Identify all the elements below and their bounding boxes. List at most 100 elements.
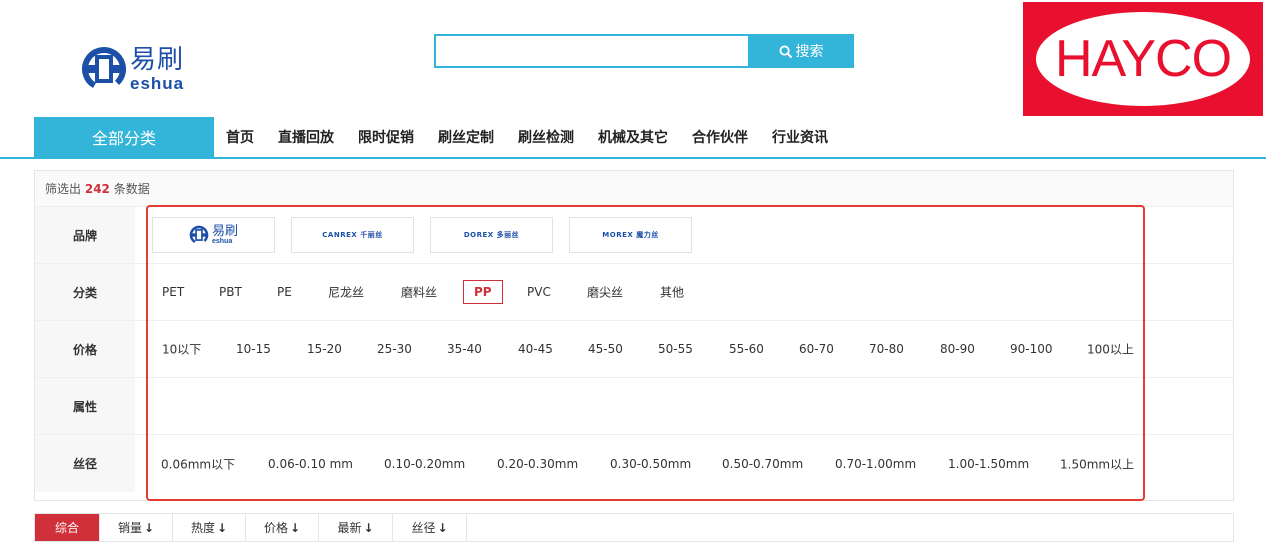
- category-option[interactable]: 尼龙丝: [328, 284, 364, 301]
- search-icon: [778, 44, 792, 58]
- hayco-ad-oval: HAYCO: [1036, 12, 1250, 106]
- price-option[interactable]: 10-15: [236, 342, 271, 356]
- attribute-options: [135, 378, 1233, 434]
- search-button-label: 搜索: [795, 44, 824, 60]
- arrow-down-icon: ↓: [216, 520, 228, 535]
- filter-row-brand: 品牌 易刷 eshua CANREX 千丽丝 DOREX 多丽丝 MOREX 魔…: [35, 207, 1233, 264]
- hayco-ad-text: HAYCO: [1054, 30, 1232, 88]
- nav-items: 首页 直播回放 限时促销 刷丝定制 刷丝检测 机械及其它 合作伙伴 行业资讯: [214, 117, 840, 157]
- category-option[interactable]: 磨尖丝: [587, 284, 623, 301]
- price-option[interactable]: 25-30: [377, 342, 412, 356]
- price-option[interactable]: 70-80: [869, 342, 904, 356]
- search-input[interactable]: [434, 34, 748, 68]
- sort-price[interactable]: 价格 ↓: [246, 514, 319, 541]
- sort-newest[interactable]: 最新 ↓: [319, 514, 393, 541]
- price-option[interactable]: 60-70: [799, 342, 834, 356]
- arrow-down-icon: ↓: [143, 520, 155, 535]
- nav-item-home[interactable]: 首页: [214, 127, 266, 147]
- summary-suffix: 条数据: [113, 182, 150, 196]
- row-label-price: 价格: [35, 321, 135, 377]
- diameter-options: 0.06mm以下 0.06-0.10 mm 0.10-0.20mm 0.20-0…: [135, 435, 1233, 492]
- filter-row-category: 分类 PET PBT PE 尼龙丝 磨料丝 PP PVC 磨尖丝 其他: [35, 264, 1233, 321]
- brand-morex-text: MOREX 魔力丝: [602, 231, 659, 239]
- diameter-option[interactable]: 1.00-1.50mm: [948, 457, 1029, 471]
- sort-diameter-label: 丝径: [411, 521, 436, 535]
- search-button[interactable]: 搜索: [748, 34, 854, 68]
- nav-item-industry-news[interactable]: 行业资讯: [760, 127, 840, 147]
- sort-sales-label: 销量: [117, 521, 142, 535]
- filter-row-attribute: 属性: [35, 378, 1233, 435]
- nav-item-filament-testing[interactable]: 刷丝检测: [506, 127, 586, 147]
- sort-sales[interactable]: 销量 ↓: [100, 514, 173, 541]
- price-option[interactable]: 90-100: [1010, 342, 1053, 356]
- price-option[interactable]: 10以下: [162, 341, 201, 358]
- price-option[interactable]: 35-40: [447, 342, 482, 356]
- site-logo[interactable]: 易刷 eshua: [82, 40, 222, 98]
- hayco-ad-banner[interactable]: HAYCO: [1023, 2, 1263, 116]
- brand-option-morex[interactable]: MOREX 魔力丝: [569, 217, 692, 253]
- brand-option-dorex[interactable]: DOREX 多丽丝: [430, 217, 553, 253]
- arrow-down-icon: ↓: [363, 520, 374, 535]
- search-bar: 搜索: [434, 34, 854, 68]
- main-nav: 全部分类 首页 直播回放 限时促销 刷丝定制 刷丝检测 机械及其它 合作伙伴 行…: [0, 117, 1266, 159]
- brand-canrex-text: CANREX 千丽丝: [322, 231, 383, 239]
- nav-item-partners[interactable]: 合作伙伴: [680, 127, 760, 147]
- result-count: 242: [84, 182, 110, 196]
- filter-row-diameter: 丝径 0.06mm以下 0.06-0.10 mm 0.10-0.20mm 0.2…: [35, 435, 1233, 492]
- nav-item-live-replay[interactable]: 直播回放: [266, 127, 346, 147]
- brand-option-canrex[interactable]: CANREX 千丽丝: [291, 217, 414, 253]
- filter-panel: 筛选出 242 条数据 品牌 易刷 eshua CANREX 千丽丝 DOREX…: [34, 170, 1234, 501]
- sort-comprehensive[interactable]: 综合: [35, 514, 100, 541]
- diameter-option[interactable]: 1.50mm以上: [1060, 455, 1134, 472]
- diameter-option[interactable]: 0.06-0.10 mm: [268, 457, 353, 471]
- summary-prefix: 筛选出: [45, 182, 82, 196]
- category-option[interactable]: 其他: [660, 284, 684, 301]
- eshua-brand-icon: [189, 225, 209, 245]
- diameter-option[interactable]: 0.20-0.30mm: [497, 457, 578, 471]
- category-option[interactable]: PE: [277, 285, 292, 299]
- sort-comprehensive-label: 综合: [54, 521, 79, 535]
- sort-newest-label: 最新: [337, 521, 362, 535]
- category-options: PET PBT PE 尼龙丝 磨料丝 PP PVC 磨尖丝 其他: [135, 264, 1233, 320]
- category-option[interactable]: PVC: [527, 285, 551, 299]
- diameter-option[interactable]: 0.06mm以下: [161, 455, 235, 472]
- sort-popularity[interactable]: 热度 ↓: [173, 514, 246, 541]
- brand-options: 易刷 eshua CANREX 千丽丝 DOREX 多丽丝 MOREX 魔力丝: [135, 207, 1233, 263]
- row-label-category: 分类: [35, 264, 135, 320]
- nav-all-categories[interactable]: 全部分类: [34, 117, 214, 157]
- price-option[interactable]: 100以上: [1087, 341, 1134, 358]
- arrow-down-icon: ↓: [289, 520, 301, 535]
- price-options: 10以下 10-15 15-20 25-30 35-40 40-45 45-50…: [135, 321, 1233, 377]
- sort-bar: 综合 销量 ↓ 热度 ↓ 价格 ↓ 最新 ↓ 丝径 ↓: [34, 513, 1234, 542]
- sort-diameter[interactable]: 丝径 ↓: [393, 514, 467, 541]
- price-option[interactable]: 15-20: [307, 342, 342, 356]
- diameter-option[interactable]: 0.10-0.20mm: [384, 457, 465, 471]
- logo-cn-text: 易刷: [130, 44, 185, 75]
- brand-option-eshua[interactable]: 易刷 eshua: [152, 217, 275, 253]
- brand-eshua-cn: 易刷: [211, 224, 238, 239]
- sort-popularity-label: 热度: [190, 521, 215, 535]
- nav-item-machinery[interactable]: 机械及其它: [586, 127, 680, 147]
- price-option[interactable]: 50-55: [658, 342, 693, 356]
- brand-eshua-en: eshua: [211, 238, 233, 245]
- diameter-option[interactable]: 0.70-1.00mm: [835, 457, 916, 471]
- logo-en-text: eshua: [130, 73, 185, 93]
- arrow-down-icon: ↓: [437, 520, 448, 535]
- category-option[interactable]: PBT: [219, 285, 242, 299]
- row-label-diameter: 丝径: [35, 435, 135, 492]
- nav-item-flash-sale[interactable]: 限时促销: [346, 127, 426, 147]
- price-option[interactable]: 55-60: [729, 342, 764, 356]
- brand-dorex-text: DOREX 多丽丝: [463, 231, 520, 239]
- diameter-option[interactable]: 0.30-0.50mm: [610, 457, 691, 471]
- nav-item-custom-filament[interactable]: 刷丝定制: [426, 127, 506, 147]
- diameter-option[interactable]: 0.50-0.70mm: [722, 457, 803, 471]
- price-option[interactable]: 45-50: [588, 342, 623, 356]
- filter-summary: 筛选出 242 条数据: [35, 171, 1233, 207]
- category-option[interactable]: PET: [162, 285, 184, 299]
- category-option-active[interactable]: PP: [463, 280, 503, 304]
- price-option[interactable]: 40-45: [518, 342, 553, 356]
- category-option[interactable]: 磨料丝: [401, 284, 437, 301]
- price-option[interactable]: 80-90: [940, 342, 975, 356]
- row-label-attribute: 属性: [35, 378, 135, 434]
- filter-row-price: 价格 10以下 10-15 15-20 25-30 35-40 40-45 45…: [35, 321, 1233, 378]
